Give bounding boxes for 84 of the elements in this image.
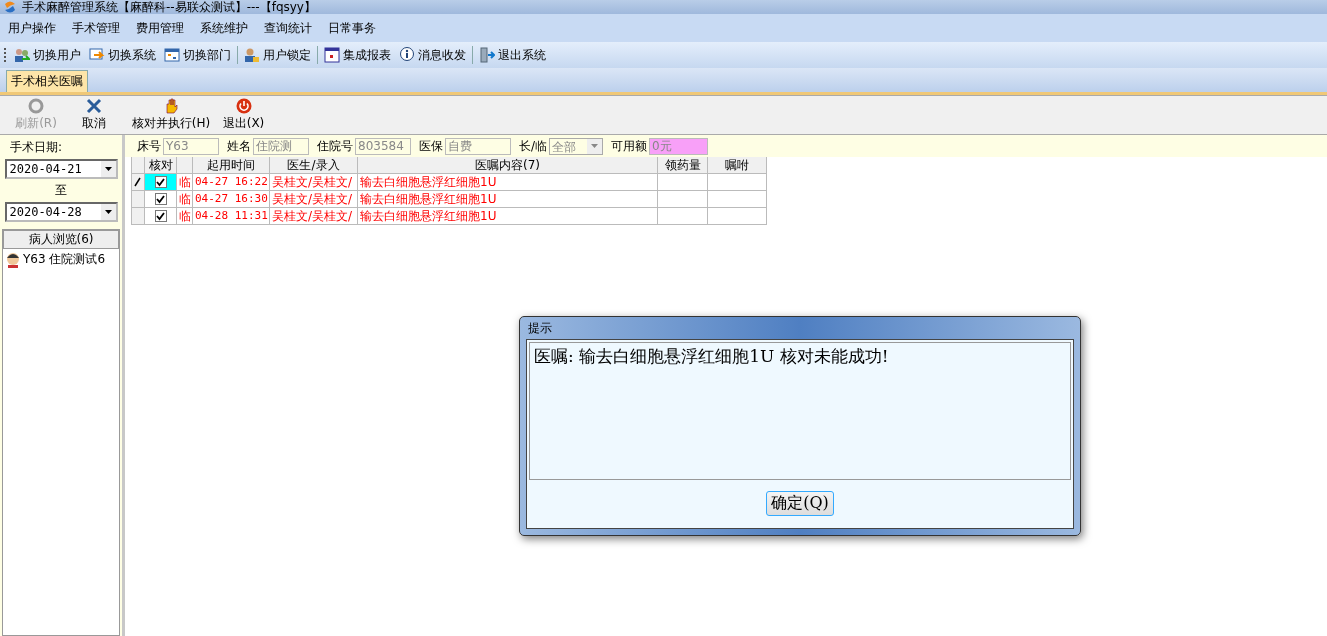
- action-button[interactable]: 取消: [66, 98, 121, 132]
- pencil-icon: [134, 177, 142, 187]
- column-header[interactable]: 核对: [145, 157, 177, 174]
- table-cell: 吴桂文/吴桂文/: [270, 174, 358, 191]
- table-cell: 临: [177, 174, 193, 191]
- dropdown[interactable]: 全部: [549, 137, 604, 155]
- person-icon: [5, 251, 21, 268]
- input-field[interactable]: 803584: [355, 137, 411, 155]
- column-header[interactable]: 起用时间: [193, 157, 270, 174]
- header-cell: [177, 157, 193, 174]
- to-label: 至: [55, 182, 67, 199]
- field-label: 床号: [137, 137, 161, 155]
- menu-item[interactable]: 日常事务: [328, 19, 376, 37]
- toolbar-button[interactable]: 用户锁定: [242, 46, 313, 64]
- table-cell: 临: [177, 191, 193, 208]
- menu-item[interactable]: 用户操作: [8, 19, 56, 37]
- input-field[interactable]: 住院测: [253, 137, 309, 155]
- checkbox[interactable]: [154, 210, 167, 222]
- grid-icon: [324, 47, 340, 63]
- table-cell: 04-28 11:31: [193, 208, 270, 225]
- header-cell: [131, 157, 145, 174]
- info-icon: [399, 47, 415, 63]
- cross-icon: [85, 98, 102, 114]
- table-cell: [708, 208, 767, 225]
- table-cell: 临: [177, 208, 193, 225]
- table-cell: 04-27 16:22: [193, 174, 270, 191]
- calendar-icon: [164, 47, 180, 63]
- field-label: 住院号: [317, 137, 353, 155]
- table-cell: 输去白细胞悬浮红细胞1U: [358, 208, 658, 225]
- toolbar-button[interactable]: 消息收发: [397, 46, 468, 64]
- row-indicator[interactable]: [131, 174, 145, 191]
- dropdown-arrow-icon: [104, 167, 112, 171]
- user-lock-icon: [244, 47, 260, 63]
- users-icon: [14, 47, 30, 63]
- table-cell: 吴桂文/吴桂文/: [270, 191, 358, 208]
- dialog-title: 提示: [527, 320, 553, 337]
- input-field[interactable]: Y63: [163, 137, 219, 155]
- table-cell: 输去白细胞悬浮红细胞1U: [358, 174, 658, 191]
- list-header: 病人浏览(6): [3, 230, 119, 249]
- date-label: 手术日期:: [9, 139, 63, 156]
- date-picker[interactable]: 2020-04-21: [4, 159, 118, 179]
- column-header[interactable]: 嘱咐: [708, 157, 767, 174]
- action-button[interactable]: 退出(X): [221, 98, 266, 132]
- field-label: 医保: [419, 137, 443, 155]
- window-title: 手术麻醉管理系统【麻醉科--易联众测试】---【fqsyy】: [22, 0, 316, 16]
- hand-icon: [163, 98, 179, 114]
- field-label: 可用额: [611, 137, 648, 155]
- column-header[interactable]: 医嘱内容(7): [358, 157, 658, 174]
- logo-icon: [3, 0, 17, 14]
- table-cell: [708, 174, 767, 191]
- message-text: 医嘱: 输去白细胞悬浮红细胞1U 核对未能成功!: [534, 346, 889, 366]
- ok-button[interactable]: 确定(Q): [766, 490, 834, 516]
- refresh-icon: [28, 98, 44, 114]
- power-icon: [235, 98, 252, 114]
- toolbar-button[interactable]: 切换用户: [12, 46, 83, 64]
- door-arrow-icon: [479, 47, 495, 63]
- table-cell: [658, 191, 708, 208]
- table-cell: [708, 191, 767, 208]
- field-label: 姓名: [227, 137, 251, 155]
- toolbar-button[interactable]: 退出系统: [477, 46, 548, 64]
- menu-item[interactable]: 手术管理: [72, 19, 120, 37]
- table-cell: 吴桂文/吴桂文/: [270, 208, 358, 225]
- toolbar-button[interactable]: 切换系统: [87, 46, 158, 64]
- menu-item[interactable]: 查询统计: [264, 19, 312, 37]
- toolbar-button[interactable]: 切换部门: [162, 46, 233, 64]
- dropdown-arrow-icon: [104, 210, 112, 214]
- table-cell: [658, 174, 708, 191]
- tab[interactable]: 手术相关医嘱: [6, 70, 88, 92]
- table-cell: 输去白细胞悬浮红细胞1U: [358, 191, 658, 208]
- table-cell: 04-27 16:30: [193, 191, 270, 208]
- menu-item[interactable]: 系统维护: [200, 19, 248, 37]
- field-label: 长/临: [519, 137, 548, 155]
- date-picker[interactable]: 2020-04-28: [4, 202, 118, 222]
- action-button[interactable]: 核对并执行(H): [121, 98, 221, 132]
- input-field[interactable]: 自费: [445, 137, 511, 155]
- menu-item[interactable]: 费用管理: [136, 19, 184, 37]
- column-header[interactable]: 领药量: [658, 157, 708, 174]
- table-cell: [658, 208, 708, 225]
- dropdown-arrow-icon: [591, 144, 599, 148]
- checkbox[interactable]: [154, 176, 167, 188]
- checkbox[interactable]: [154, 193, 167, 205]
- patient-item[interactable]: Y63 住院测试6: [3, 249, 119, 270]
- toolbar-button[interactable]: 集成报表: [322, 46, 393, 64]
- column-header[interactable]: 医生/录入: [270, 157, 358, 174]
